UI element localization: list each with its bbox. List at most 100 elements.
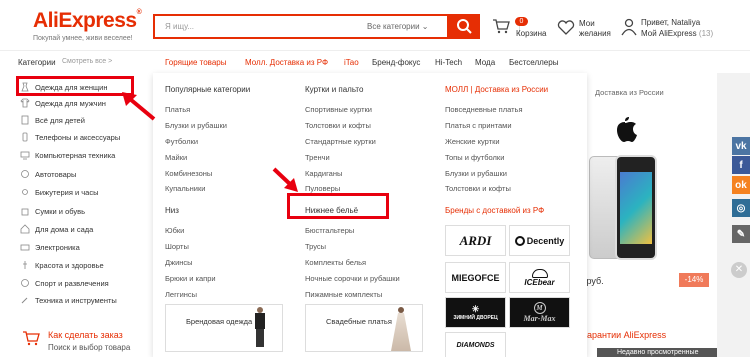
sidebar-item-phones[interactable]: Телефоны и аксессуары: [20, 129, 120, 145]
brand-icebear[interactable]: ICEbear: [509, 262, 570, 293]
search-bar[interactable]: Я ищу... Все категории ⌄: [153, 14, 520, 39]
nav-bestsellers[interactable]: Бестселлеры: [509, 58, 558, 67]
col1-title[interactable]: Популярные категории: [165, 85, 250, 94]
sidebar-item-home[interactable]: Для дома и сада: [20, 221, 93, 237]
col1-item[interactable]: Футболки: [165, 137, 198, 146]
recently-viewed-bar[interactable]: Недавно просмотренные: [597, 348, 717, 357]
brand-mar-max[interactable]: M Mar-Max: [509, 297, 570, 328]
col1b-item[interactable]: Юбки: [165, 226, 184, 235]
highlight-underwear-heading: [287, 193, 389, 219]
sidebar-item-auto[interactable]: Автотовары: [20, 166, 76, 182]
col3-item[interactable]: Платья с принтами: [445, 121, 512, 130]
ball-icon: [20, 278, 30, 288]
brand-zimniy-dvorets[interactable]: ✳ ЗИМНИЙ ДВОРЕЦ: [445, 297, 506, 328]
nav-hitech[interactable]: Hi-Tech: [435, 58, 462, 67]
nav-hot-deals[interactable]: Горящие товары: [165, 58, 227, 67]
nav-brand-focus[interactable]: Бренд-фокус: [372, 58, 420, 67]
col2-item[interactable]: Стандартные куртки: [305, 137, 376, 146]
cart-label[interactable]: Корзина: [516, 29, 546, 38]
sidebar-item-bags[interactable]: Сумки и обувь: [20, 203, 85, 219]
guarantee-box[interactable]: арантии AliExpress Недавно просмотренные: [587, 310, 717, 357]
sidebar-item-jewelry[interactable]: Бижутерия и часы: [20, 184, 98, 200]
guarantee-title: арантии AliExpress: [587, 330, 667, 340]
brand-ardi[interactable]: ARDI: [445, 225, 506, 256]
col1-item[interactable]: Майки: [165, 153, 187, 162]
col2b-item[interactable]: Бюстгальтеры: [305, 226, 354, 235]
col2-item[interactable]: Кардиганы: [305, 169, 342, 178]
discount-badge: -14%: [679, 273, 709, 287]
sidebar-item-computers[interactable]: Компьютерная техника: [20, 147, 115, 163]
header: AliExpress® Покупай умнее, живи веселее!…: [0, 0, 750, 50]
instagram-icon[interactable]: ◎: [732, 199, 750, 217]
brand-decently[interactable]: Decently: [509, 225, 570, 256]
col1b-item[interactable]: Брюки и капри: [165, 274, 216, 283]
col2b-item[interactable]: Трусы: [305, 242, 326, 251]
col1-item[interactable]: Купальники: [165, 184, 205, 193]
col3-item[interactable]: Толстовки и кофты: [445, 184, 511, 193]
col2-item[interactable]: Тренчи: [305, 153, 330, 162]
pencil-icon[interactable]: ✎: [732, 225, 750, 243]
sidebar-item-electronics[interactable]: Электроника: [20, 239, 80, 255]
user-greeting: Привет, Nataliya: [641, 18, 701, 27]
nav-fashion[interactable]: Мода: [475, 58, 495, 67]
col3-item[interactable]: Повседневные платья: [445, 105, 523, 114]
wedding-dresses-box[interactable]: Свадебные платья: [305, 304, 423, 352]
col2b-item[interactable]: Ночные сорочки и рубашки: [305, 274, 400, 283]
col2b-item[interactable]: Комплекты белья: [305, 258, 366, 267]
see-all-link[interactable]: Смотреть все >: [62, 58, 112, 65]
snowflake-icon: ✳: [471, 304, 480, 314]
iphone-image-front[interactable]: [615, 155, 657, 260]
col3b-title[interactable]: Бренды с доставкой из РФ: [445, 206, 544, 215]
col2-item[interactable]: Толстовки и кофты: [305, 121, 371, 130]
col1-item[interactable]: Платья: [165, 105, 190, 114]
heart-icon[interactable]: [557, 20, 575, 36]
nav-mall[interactable]: Молл. Доставка из РФ: [245, 58, 328, 67]
col1b-item[interactable]: Леггинсы: [165, 290, 197, 299]
chevron-down-icon: ⌄: [421, 22, 429, 31]
camera-icon: [20, 242, 30, 252]
brand-miegofce[interactable]: MIEGOFCE: [445, 262, 506, 293]
facebook-icon[interactable]: f: [732, 156, 750, 174]
col2-title[interactable]: Куртки и пальто: [305, 85, 363, 94]
sidebar-item-men[interactable]: Одежда для мужчин: [20, 95, 106, 111]
col1b-item[interactable]: Джинсы: [165, 258, 193, 267]
cart-button[interactable]: [492, 18, 510, 36]
vk-icon[interactable]: vk: [732, 137, 750, 155]
col3-item[interactable]: Женские куртки: [445, 137, 500, 146]
branded-clothing-box[interactable]: Брендовая одежда: [165, 304, 283, 352]
cart-count-badge: 0: [515, 17, 528, 26]
col1-item[interactable]: Блузки и рубашки: [165, 121, 227, 130]
promo-title: Как сделать заказ: [48, 330, 123, 340]
sidebar-item-tools[interactable]: Техника и инструменты: [20, 292, 117, 308]
user-icon[interactable]: [621, 18, 637, 36]
col1b-item[interactable]: Шорты: [165, 242, 189, 251]
col1-item[interactable]: Комбинезоны: [165, 169, 212, 178]
brand-diamonds[interactable]: DIAMONDS: [445, 332, 506, 357]
logo[interactable]: AliExpress®: [33, 9, 142, 33]
promo-subtitle: Поиск и выбор товара: [48, 343, 131, 352]
search-input[interactable]: Я ищу...: [165, 22, 194, 31]
wishlist-link[interactable]: Мои желания: [579, 19, 611, 39]
categories-label[interactable]: Категории: [18, 58, 56, 67]
my-aliexpress-link[interactable]: Мой AliExpress (13): [641, 29, 713, 38]
top-nav: Категории Смотреть все > Горящие товары …: [0, 50, 750, 73]
odnoklassniki-icon[interactable]: ok: [732, 176, 750, 194]
col1b-title[interactable]: Низ: [165, 206, 179, 215]
how-to-order-box[interactable]: Как сделать заказ Поиск и выбор товара: [0, 310, 153, 357]
sidebar-item-sports[interactable]: Спорт и развлечения: [20, 275, 109, 291]
col2-item[interactable]: Пуловеры: [305, 184, 340, 193]
sidebar-item-beauty[interactable]: Красота и здоровье: [20, 257, 104, 273]
col2b-item[interactable]: Пижамные комплекты: [305, 290, 382, 299]
col2-item[interactable]: Спортивные куртки: [305, 105, 372, 114]
close-icon[interactable]: ✕: [731, 262, 747, 278]
highlight-women-category: [16, 76, 134, 96]
wedding-dresses-label: Свадебные платья: [326, 317, 392, 326]
col3-title[interactable]: МОЛЛ | Доставка из России: [445, 85, 548, 94]
col3-item[interactable]: Топы и футболки: [445, 153, 504, 162]
search-button[interactable]: [449, 14, 480, 39]
sidebar-item-kids[interactable]: Всё для детей: [20, 112, 85, 128]
nav-itao[interactable]: iTao: [344, 58, 359, 67]
car-icon: [20, 169, 30, 179]
search-category-select[interactable]: Все категории ⌄: [367, 22, 429, 31]
col3-item[interactable]: Блузки и рубашки: [445, 169, 507, 178]
